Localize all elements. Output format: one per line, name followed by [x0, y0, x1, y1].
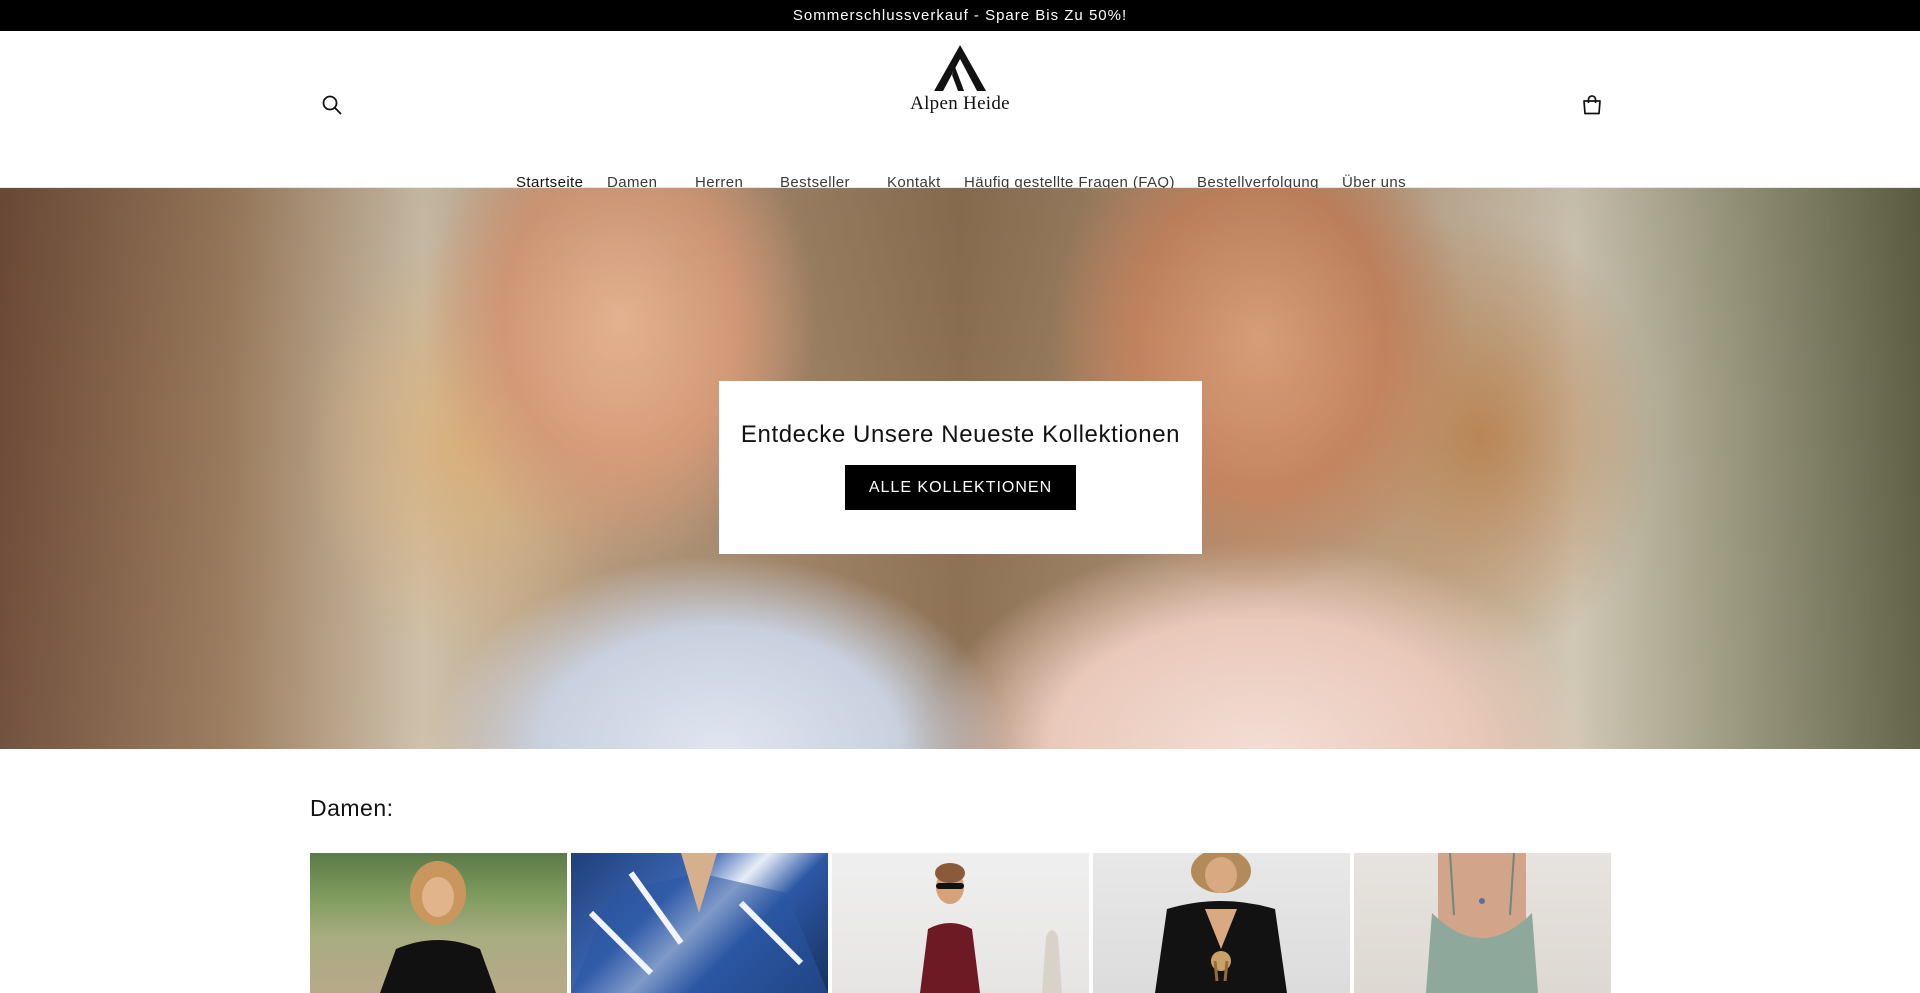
product-card-sage-slip-dress[interactable] — [1354, 853, 1611, 993]
hero-banner: Entdecke Unsere Neueste Kollektionen ALL… — [0, 188, 1920, 749]
announcement-bar: Sommerschlussverkauf - Spare Bis Zu 50%! — [0, 0, 1920, 31]
product-card-blue-patterned-shirt[interactable] — [571, 853, 828, 993]
hero-card: Entdecke Unsere Neueste Kollektionen ALL… — [719, 381, 1202, 554]
all-collections-button[interactable]: ALLE KOLLEKTIONEN — [845, 465, 1076, 510]
brand-logo[interactable]: Alpen Heide — [910, 45, 1010, 115]
women-product-grid — [310, 853, 1611, 993]
hero-title: Entdecke Unsere Neueste Kollektionen — [740, 421, 1181, 448]
women-section-title: Damen: — [310, 795, 394, 821]
product-image — [920, 863, 1062, 993]
product-image — [571, 853, 828, 993]
product-image — [1155, 853, 1287, 993]
product-card-burgundy-dress[interactable] — [832, 853, 1089, 993]
cart-icon — [1583, 95, 1601, 115]
brand-name: Alpen Heide — [910, 93, 1010, 114]
product-card-black-v-neck-dress[interactable] — [1093, 853, 1350, 993]
product-image — [380, 861, 496, 993]
product-card-woman-black-tshirt[interactable] — [310, 853, 567, 993]
search-button[interactable] — [312, 85, 352, 125]
product-image — [1426, 853, 1538, 993]
cart-button[interactable] — [1572, 85, 1612, 125]
search-icon — [322, 95, 342, 115]
announcement-text: Sommerschlussverkauf - Spare Bis Zu 50%! — [792, 7, 1128, 24]
site-header: Alpen Heide Startseite Damen Herren Best… — [0, 31, 1920, 191]
mountain-logo-icon — [933, 45, 986, 91]
